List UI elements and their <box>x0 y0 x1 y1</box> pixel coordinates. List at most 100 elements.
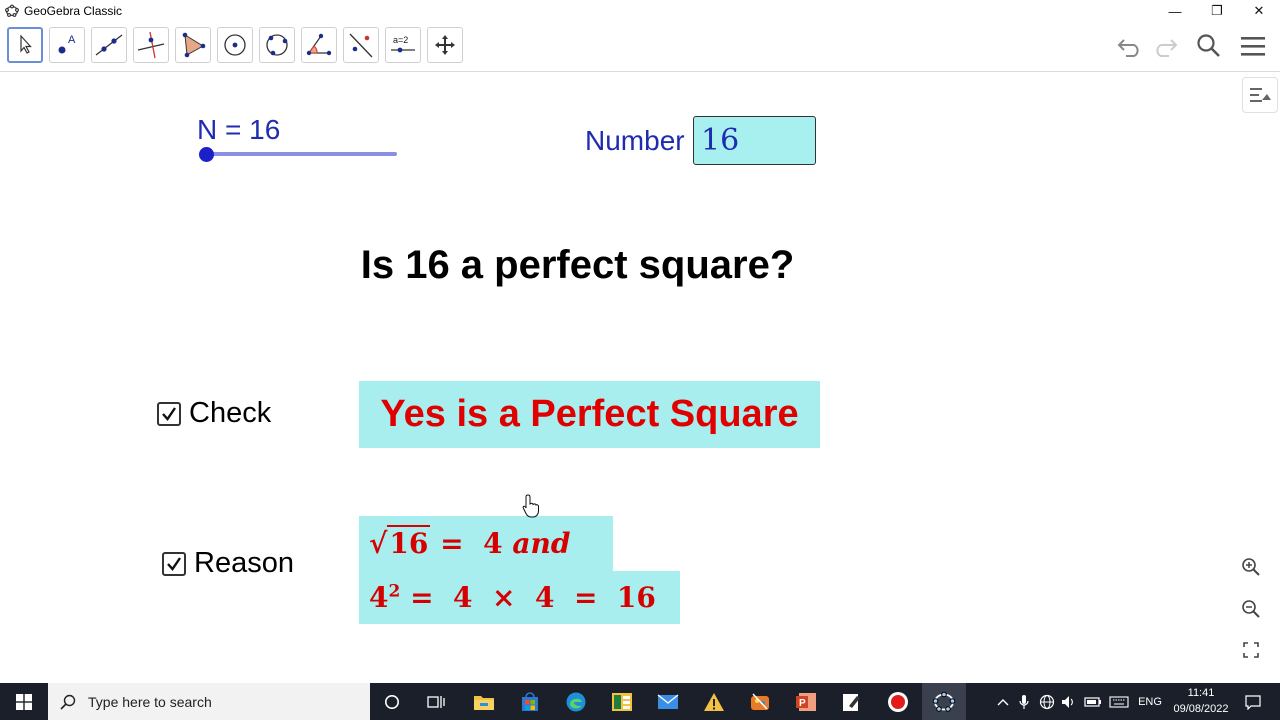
reflect-tool-icon <box>349 33 373 58</box>
store-app[interactable] <box>508 683 552 720</box>
main-menu-button[interactable] <box>1237 30 1269 62</box>
language-indicator[interactable]: ENG <box>1134 683 1166 720</box>
restore-button[interactable]: ❐ <box>1196 0 1238 22</box>
cortana-icon <box>385 694 399 709</box>
check-checkbox-label[interactable]: Check <box>189 397 271 430</box>
geogebra-logo-icon <box>932 691 956 712</box>
sqrt-equation: √16 = 4 and <box>369 525 571 560</box>
keyboard-tray[interactable] <box>1106 683 1132 720</box>
windows-logo-icon <box>16 693 32 710</box>
mail-icon <box>657 693 679 709</box>
zoom-in-icon <box>1242 558 1260 576</box>
move-tool-icon <box>20 34 32 54</box>
volume-tray[interactable] <box>1058 683 1080 720</box>
close-button[interactable]: ✕ <box>1238 0 1280 22</box>
screen-recorder-app[interactable] <box>876 683 920 720</box>
number-input-field[interactable]: 16 <box>693 116 816 165</box>
warning-app[interactable] <box>692 683 736 720</box>
mail-app[interactable] <box>646 683 690 720</box>
redo-button[interactable] <box>1149 30 1181 62</box>
fullscreen-button[interactable] <box>1235 634 1267 666</box>
angle-tool-icon <box>306 33 332 56</box>
perpendicular-line-tool-icon <box>137 31 165 59</box>
svg-text:a=2: a=2 <box>393 35 408 45</box>
chevron-up-icon <box>997 698 1009 705</box>
battery-tray[interactable] <box>1082 683 1104 720</box>
spreadsheet-app[interactable] <box>600 683 644 720</box>
reason-checkbox[interactable] <box>162 551 186 576</box>
geogebra-taskbar-app[interactable] <box>922 683 966 720</box>
check-checkbox[interactable] <box>157 401 181 426</box>
editor-app[interactable] <box>830 683 874 720</box>
number-input-label: Number <box>585 125 685 156</box>
zoom-out-button[interactable] <box>1235 593 1267 625</box>
line-tool-button[interactable] <box>91 27 127 63</box>
circle-three-points-tool-button[interactable] <box>259 27 295 63</box>
search-button[interactable] <box>1193 30 1225 62</box>
sqrt-radicand: 16 <box>387 525 431 560</box>
menu-icon <box>1241 37 1265 56</box>
edge-app[interactable] <box>554 683 598 720</box>
geogebra-logo-icon <box>5 4 19 17</box>
line-tool-icon <box>95 34 123 56</box>
reflect-tool-button[interactable] <box>343 27 379 63</box>
reason-checkbox-row[interactable]: Reason <box>162 547 294 580</box>
cortana-button[interactable] <box>370 683 414 720</box>
move-graphics-view-tool-button[interactable] <box>427 27 463 63</box>
slider-n-track[interactable] <box>206 152 397 156</box>
graphics-view[interactable]: N = 16 Number 16 Is 16 a perfect square?… <box>0 73 1280 683</box>
polygon-tool-button[interactable] <box>175 27 211 63</box>
power-base: 4 <box>369 581 389 614</box>
toolbar: A a=2 <box>0 22 1280 72</box>
sqrt-equation-rest: = 4 <box>430 527 513 560</box>
angle-tool-button[interactable] <box>301 27 337 63</box>
microphone-tray[interactable] <box>1014 683 1034 720</box>
point-tool-button[interactable]: A <box>49 27 85 63</box>
square-equation: 42 = 4 × 4 = 16 <box>369 581 656 614</box>
slider-n-label: N = 16 <box>197 114 281 145</box>
globe-icon <box>1039 694 1055 709</box>
circle-three-points-tool-icon <box>266 34 288 56</box>
slider-tool-button[interactable]: a=2 <box>385 27 421 63</box>
perpendicular-line-tool-button[interactable] <box>133 27 169 63</box>
notification-icon <box>1245 694 1261 710</box>
and-word: and <box>512 527 571 560</box>
move-graphics-view-tool-icon <box>435 35 455 55</box>
taskbar-clock[interactable]: 11:41 09/08/2022 <box>1164 685 1238 717</box>
circle-tool-button[interactable] <box>217 27 253 63</box>
file-explorer-app[interactable] <box>462 683 506 720</box>
tray-overflow-button[interactable] <box>992 683 1014 720</box>
title-bar: GeoGebra Classic — ❐ ✕ <box>0 0 1280 22</box>
undo-button[interactable] <box>1114 30 1146 62</box>
warning-icon <box>704 692 724 711</box>
sqrt-symbol: √ <box>369 527 388 560</box>
start-button[interactable] <box>0 683 48 720</box>
checkmark-icon <box>162 406 176 421</box>
reason-checkbox-label[interactable]: Reason <box>194 547 294 580</box>
microphone-icon <box>1019 694 1029 709</box>
clock-time: 11:41 <box>1187 687 1215 699</box>
editor-icon <box>843 693 860 711</box>
task-view-button[interactable] <box>414 683 458 720</box>
undo-icon <box>1117 39 1139 57</box>
redo-icon <box>1156 39 1178 57</box>
check-checkbox-row[interactable]: Check <box>157 397 271 430</box>
move-tool-button[interactable] <box>7 27 43 63</box>
svg-text:P: P <box>799 698 806 709</box>
style-bar-toggle-button[interactable] <box>1242 77 1278 113</box>
network-tray[interactable] <box>1036 683 1058 720</box>
powerpoint-icon: P <box>796 692 816 711</box>
paint-app[interactable] <box>738 683 782 720</box>
geogebra-window: GeoGebra Classic — ❐ ✕ A a=2 N = 16 Numb… <box>0 0 1280 720</box>
windows-taskbar: Type here to search P ENG 11:41 09/08/20… <box>0 683 1280 720</box>
powerpoint-app[interactable]: P <box>784 683 828 720</box>
notifications-button[interactable] <box>1240 683 1266 720</box>
taskbar-search-box[interactable]: Type here to search <box>48 683 370 720</box>
record-icon <box>888 691 908 712</box>
clock-date: 09/08/2022 <box>1173 703 1229 715</box>
slider-n-handle[interactable] <box>199 147 214 162</box>
folder-icon <box>474 695 494 710</box>
minimize-button[interactable]: — <box>1154 0 1196 22</box>
zoom-in-button[interactable] <box>1235 551 1267 583</box>
search-icon <box>60 694 76 710</box>
